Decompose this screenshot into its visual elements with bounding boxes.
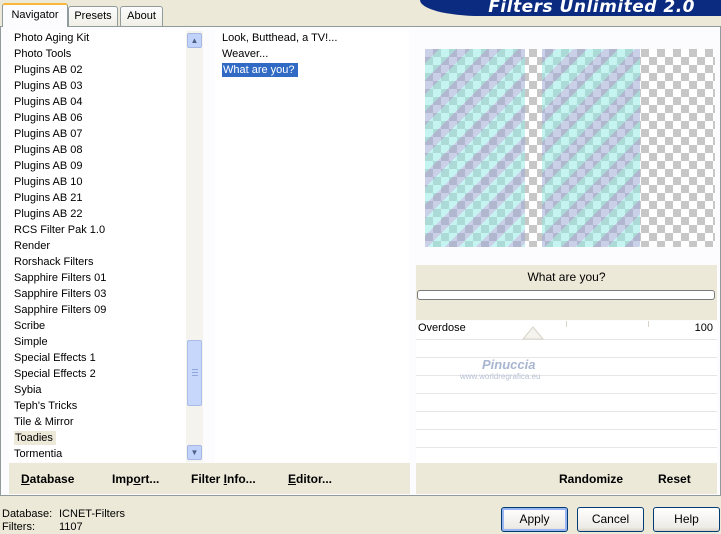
editor-button[interactable]: Editor... xyxy=(288,472,332,486)
category-item[interactable]: Special Effects 2 xyxy=(9,366,186,382)
category-item[interactable]: RCS Filter Pak 1.0 xyxy=(9,222,186,238)
filter-item[interactable]: Weaver... xyxy=(215,46,409,62)
tab-about[interactable]: About xyxy=(120,6,163,26)
category-item[interactable]: Plugins AB 10 xyxy=(9,174,186,190)
slider-marker-icon[interactable] xyxy=(522,326,544,340)
category-item[interactable]: Scribe xyxy=(9,318,186,334)
app-banner-title: Filters Unlimited 2.0 xyxy=(420,0,721,16)
category-item[interactable]: Render xyxy=(9,238,186,254)
progress-bar xyxy=(417,290,715,300)
parameter-area xyxy=(416,321,717,463)
category-item[interactable]: Special Effects 1 xyxy=(9,350,186,366)
command-bar-left: Database Import... Filter Info... Editor… xyxy=(9,463,410,494)
category-item[interactable]: Rorshack Filters xyxy=(9,254,186,270)
category-item[interactable]: Plugins AB 09 xyxy=(9,158,186,174)
category-item[interactable]: Sapphire Filters 09 xyxy=(9,302,186,318)
watermark-name: Pinuccia xyxy=(482,357,536,372)
status-database-label: Database: xyxy=(2,508,53,520)
category-scrollbar[interactable]: ▲ ▼ xyxy=(186,31,203,462)
filter-preview xyxy=(425,49,715,247)
category-item[interactable]: Photo Aging Kit xyxy=(9,30,186,46)
filter-item[interactable]: What are you? xyxy=(215,62,409,78)
category-item[interactable]: Sapphire Filters 03 xyxy=(9,286,186,302)
slider-tick xyxy=(648,321,649,327)
tab-navigator[interactable]: Navigator xyxy=(2,3,68,27)
category-item[interactable]: Sybia xyxy=(9,382,186,398)
scroll-thumb[interactable] xyxy=(187,340,202,406)
status-filters-value: 1107 xyxy=(59,521,83,533)
help-button[interactable]: Help xyxy=(653,507,720,532)
import-button[interactable]: Import... xyxy=(112,472,159,486)
category-item[interactable]: Toadies xyxy=(9,430,186,446)
scroll-down-button[interactable]: ▼ xyxy=(187,445,202,460)
category-item[interactable]: Simple xyxy=(9,334,186,350)
watermark-url: www.worldregrafica.eu xyxy=(460,372,541,381)
cancel-button[interactable]: Cancel xyxy=(577,507,644,532)
category-item[interactable]: Sapphire Filters 01 xyxy=(9,270,186,286)
parameter-label: Overdose xyxy=(418,322,466,334)
tab-presets[interactable]: Presets xyxy=(68,6,118,26)
category-item[interactable]: Plugins AB 06 xyxy=(9,110,186,126)
category-item[interactable]: Tile & Mirror xyxy=(9,414,186,430)
category-list[interactable]: Photo Aging Kit Photo Tools Plugins AB 02 P… xyxy=(9,30,186,462)
randomize-button[interactable]: Randomize xyxy=(559,472,623,486)
command-bar-right: Randomize Reset xyxy=(416,463,717,494)
preview-filter-name: What are you? xyxy=(527,270,606,284)
status-database-value: ICNET-Filters xyxy=(59,508,125,520)
reset-button[interactable]: Reset xyxy=(658,472,691,486)
category-item[interactable]: Plugins AB 08 xyxy=(9,142,186,158)
category-item[interactable]: Plugins AB 22 xyxy=(9,206,186,222)
category-item[interactable]: Teph's Tricks xyxy=(9,398,186,414)
category-item[interactable]: Photo Tools xyxy=(9,46,186,62)
scroll-up-button[interactable]: ▲ xyxy=(187,33,202,48)
category-item[interactable]: Plugins AB 07 xyxy=(9,126,186,142)
category-item[interactable]: Plugins AB 03 xyxy=(9,78,186,94)
category-item[interactable]: Plugins AB 04 xyxy=(9,94,186,110)
category-item[interactable]: Plugins AB 02 xyxy=(9,62,186,78)
parameter-value[interactable]: 100 xyxy=(660,322,713,334)
database-button[interactable]: Database xyxy=(21,472,74,486)
category-item[interactable]: Tormentia xyxy=(9,446,186,462)
slider-tick xyxy=(566,321,567,327)
apply-button[interactable]: Apply xyxy=(501,507,568,532)
status-filters-label: Filters: xyxy=(2,521,35,533)
filter-list[interactable]: Look, Butthead, a TV!... Weaver... What ar… xyxy=(215,30,409,462)
filter-item[interactable]: Look, Butthead, a TV!... xyxy=(215,30,409,46)
filter-info-button[interactable]: Filter Info... xyxy=(191,472,256,486)
category-item[interactable]: Plugins AB 21 xyxy=(9,190,186,206)
